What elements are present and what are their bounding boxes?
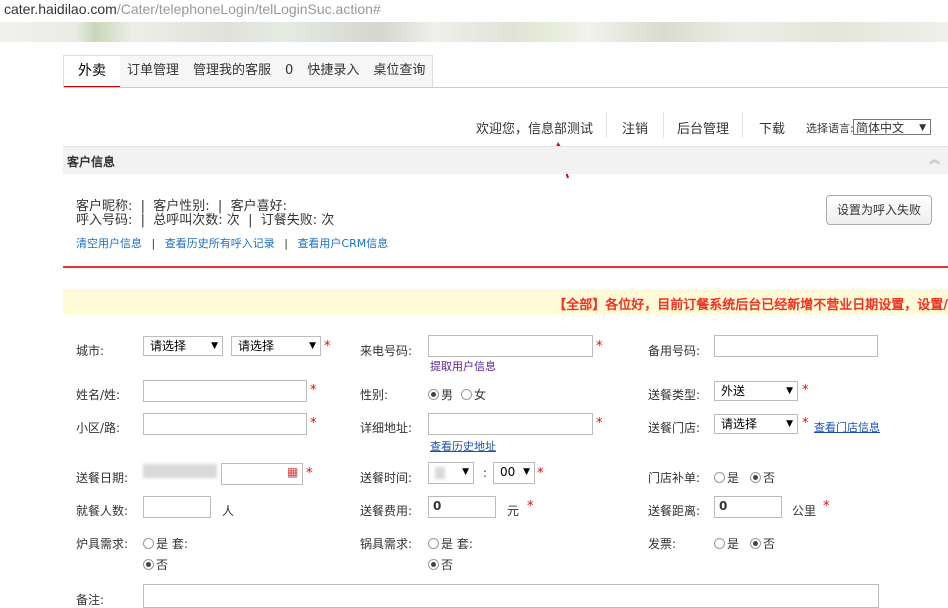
pot-label: 锅具需求:	[360, 537, 413, 551]
language-label: 选择语言:	[806, 122, 854, 135]
district-road-input[interactable]	[143, 413, 307, 435]
address-input[interactable]	[428, 413, 593, 435]
tab-my-service[interactable]: 管理我的客服	[186, 56, 278, 88]
language-select[interactable]: 简体中文 ▼	[853, 119, 931, 135]
stove-label: 炉具需求:	[76, 537, 129, 551]
required-mark: *	[537, 466, 544, 481]
required-mark: *	[310, 383, 317, 398]
address-label: 详细地址:	[360, 421, 413, 435]
distance-label: 送餐距离:	[648, 504, 701, 518]
notice-bar: 【全部】各位好，目前订餐系统后台已经新增不营业日期设置，设置/	[63, 289, 948, 315]
divider	[606, 112, 607, 138]
invoice-yes-radio[interactable]: 是	[714, 535, 739, 552]
required-mark: *	[310, 416, 317, 431]
caller-number-input[interactable]	[428, 335, 593, 357]
invoice-label: 发票:	[648, 537, 677, 551]
stove-no-radio[interactable]: 否	[143, 556, 168, 573]
required-mark: *	[802, 383, 809, 398]
distance-input[interactable]: 0	[714, 496, 782, 518]
admin-link[interactable]: 后台管理	[677, 118, 729, 137]
stove-yes-radio[interactable]: 是 套:	[143, 535, 188, 552]
required-mark: *	[802, 416, 809, 431]
gender-label: 性别:	[360, 388, 389, 402]
remark-label: 备注:	[76, 593, 105, 607]
clear-user-link[interactable]: 清空用户信息	[76, 237, 142, 250]
tab-divider	[63, 87, 948, 88]
name-label: 姓名/姓:	[76, 388, 121, 402]
gender-female-radio[interactable]: 女	[461, 386, 486, 403]
time-colon: :	[483, 466, 488, 480]
city-label: 城市:	[76, 344, 105, 358]
delivery-type-select[interactable]: 外送 ▼	[714, 381, 798, 401]
fetch-user-link[interactable]: 提取用户信息	[430, 358, 496, 374]
call-history-link[interactable]: 查看历史所有呼入记录	[165, 237, 275, 250]
backup-number-label: 备用号码:	[648, 344, 701, 358]
store-info-link[interactable]: 查看门店信息	[814, 419, 880, 435]
diners-unit: 人	[222, 504, 235, 518]
supplement-yes-radio[interactable]: 是	[714, 469, 739, 486]
time-label: 送餐时间:	[360, 471, 413, 485]
divider	[663, 112, 664, 138]
logout-link[interactable]: 注销	[622, 118, 648, 137]
pot-no-radio[interactable]: 否	[428, 556, 453, 573]
required-mark: *	[596, 339, 603, 354]
tab-table-query[interactable]: 桌位查询	[366, 56, 432, 88]
store-supplement-label: 门店补单:	[648, 471, 701, 485]
store-label: 送餐门店:	[648, 421, 701, 435]
required-mark: *	[306, 466, 313, 481]
tab-takeout[interactable]: 外卖	[64, 56, 120, 88]
address-bar[interactable]: cater.haidilao.com/Cater/telephoneLogin/…	[0, 0, 948, 22]
city-select[interactable]: 请选择 ▼	[143, 336, 223, 356]
name-input[interactable]	[143, 380, 307, 402]
delivery-type-label: 送餐类型:	[648, 388, 701, 402]
divider	[742, 112, 743, 138]
history-address-link[interactable]: 查看历史地址	[430, 438, 496, 454]
fee-label: 送餐费用:	[360, 504, 413, 518]
invoice-no-radio[interactable]: 否	[750, 535, 775, 552]
tab-order-management[interactable]: 订单管理	[120, 56, 186, 88]
main-tabs: 外卖 订单管理 管理我的客服 0 快捷录入 桌位查询	[63, 55, 434, 88]
gender-male-radio[interactable]: 男	[428, 386, 453, 403]
district-road-label: 小区/路:	[76, 421, 121, 435]
required-mark: *	[823, 499, 830, 514]
diners-input[interactable]	[143, 496, 211, 518]
district-select[interactable]: 请选择 ▼	[231, 336, 321, 356]
customer-info-header: 客户信息 ︽	[63, 146, 948, 174]
red-divider	[63, 266, 948, 268]
backup-number-input[interactable]	[714, 335, 878, 357]
pot-yes-radio[interactable]: 是 套:	[428, 535, 473, 552]
minute-select[interactable]: 00 ▼	[493, 462, 535, 484]
crm-info-link[interactable]: 查看用户CRM信息	[297, 237, 388, 250]
distance-unit: 公里	[792, 504, 817, 518]
required-mark: *	[324, 339, 331, 354]
blurred-date	[143, 464, 217, 478]
hour-select[interactable]: ▼	[428, 462, 474, 484]
date-label: 送餐日期:	[76, 471, 129, 485]
set-call-failed-button[interactable]: 设置为呼入失败	[826, 195, 932, 225]
required-mark: *	[596, 416, 603, 431]
url-text: cater.haidilao.com/Cater/telephoneLogin/…	[4, 1, 381, 17]
download-link[interactable]: 下载	[759, 118, 785, 137]
tab-quick-entry[interactable]: 快捷录入	[300, 56, 366, 88]
supplement-no-radio[interactable]: 否	[750, 469, 775, 486]
blurred-banner	[0, 22, 948, 42]
calendar-icon[interactable]: ▦	[287, 465, 298, 479]
customer-links: 清空用户信息 | 查看历史所有呼入记录 | 查看用户CRM信息	[76, 237, 389, 250]
diners-label: 就餐人数:	[76, 504, 129, 518]
caller-label: 来电号码:	[360, 344, 413, 358]
fee-input[interactable]: 0	[428, 496, 496, 518]
collapse-icon[interactable]: ︽	[929, 151, 940, 167]
tab-count[interactable]: 0	[278, 56, 300, 88]
remark-input[interactable]	[143, 584, 879, 608]
customer-info-line2: 呼入号码: | 总呼叫次数: 次 | 订餐失败: 次	[76, 213, 335, 228]
fee-unit: 元	[507, 504, 520, 518]
store-select[interactable]: 请选择 ▼	[714, 414, 798, 434]
required-mark: *	[527, 499, 534, 514]
welcome-text: 欢迎您，信息部测试	[476, 122, 594, 137]
